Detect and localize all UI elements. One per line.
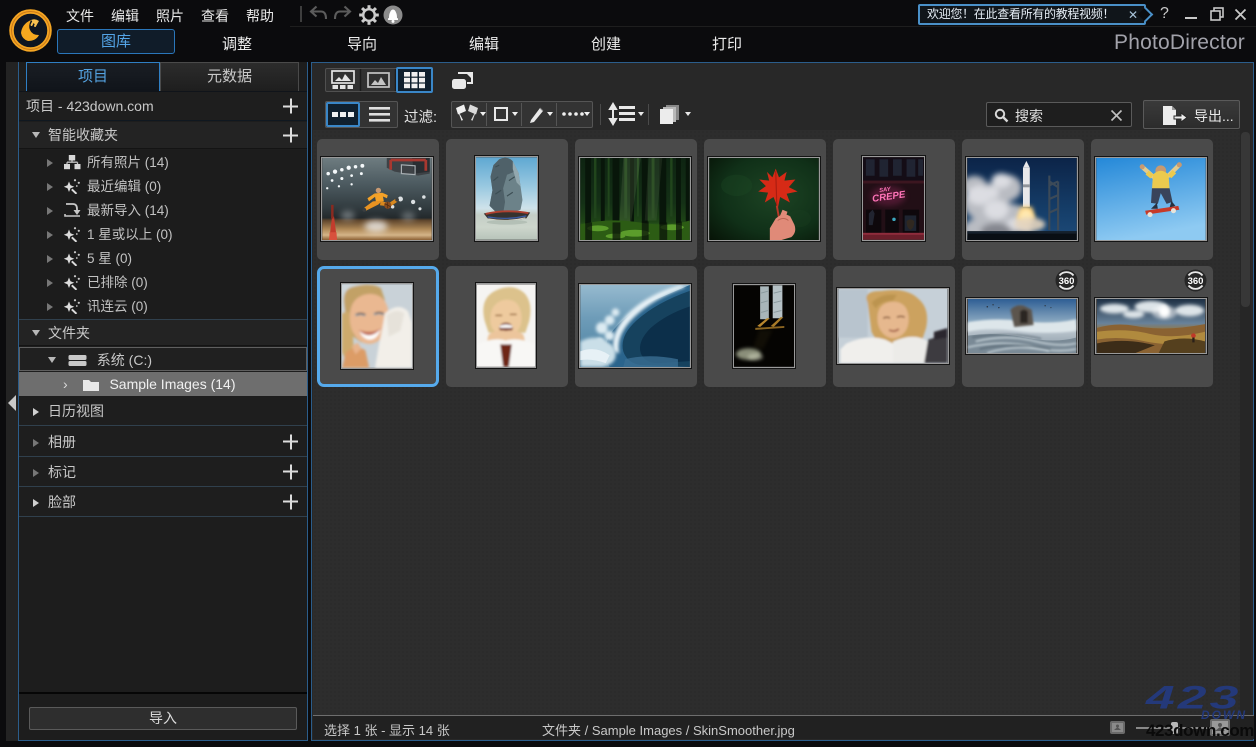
svg-text:360: 360 [1188, 276, 1204, 287]
svg-text:360: 360 [1059, 276, 1075, 287]
